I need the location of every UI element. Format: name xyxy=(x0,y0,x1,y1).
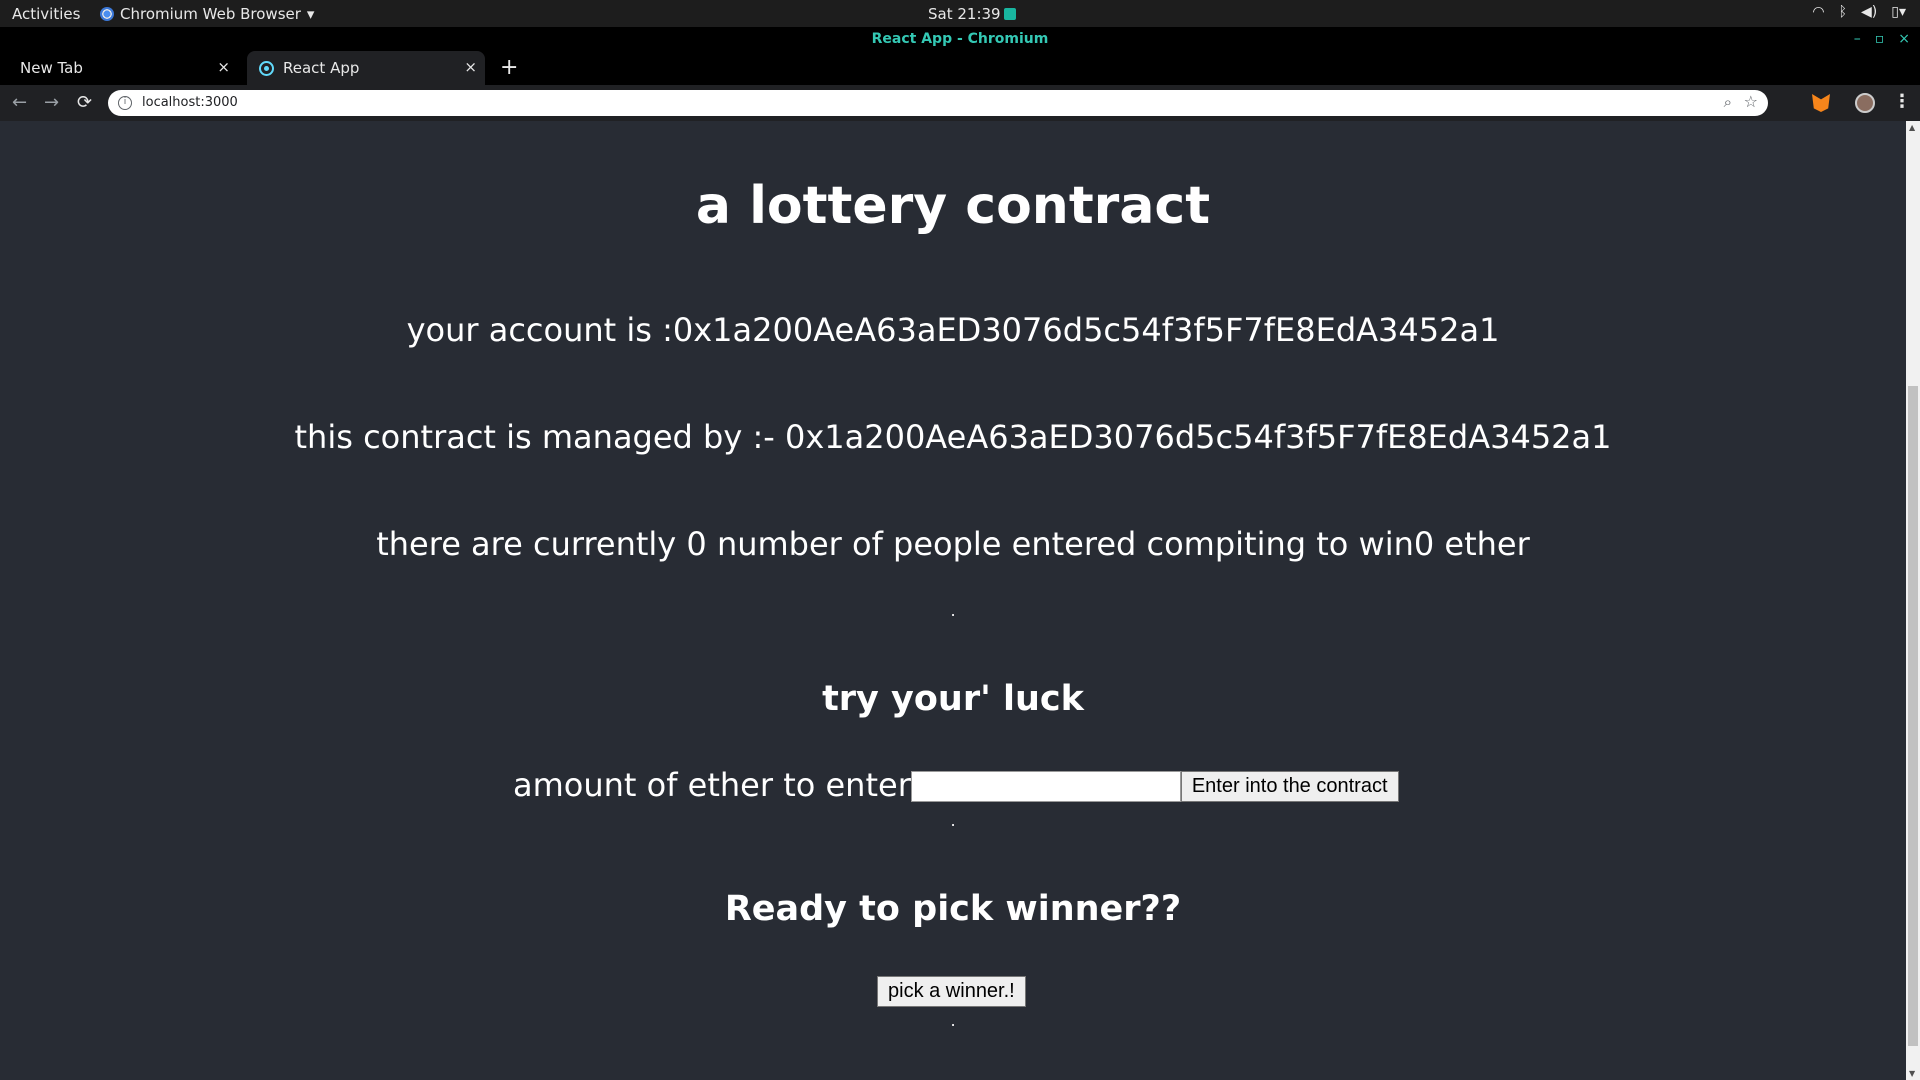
address-bar[interactable]: i localhost:3000 ⌕ ☆ xyxy=(108,90,1768,116)
amount-label: amount of ether to enter xyxy=(513,766,911,804)
clock-label: Sat 21:39 xyxy=(928,5,1001,23)
players-text: there are currently 0 number of people e… xyxy=(376,525,1530,563)
app-menu-label: Chromium Web Browser xyxy=(120,5,301,23)
separator-dot: . xyxy=(950,811,956,830)
clock[interactable]: Sat 21:39 xyxy=(928,5,1016,23)
battery-icon: ▯▾ xyxy=(1891,4,1906,20)
window-controls: – ▫ × xyxy=(1854,27,1910,51)
manager-text: this contract is managed by :- 0x1a200Ae… xyxy=(294,418,1612,456)
enter-contract-button[interactable]: Enter into the contract xyxy=(1180,771,1399,802)
maximize-icon[interactable]: ▫ xyxy=(1875,27,1885,51)
separator-dot: . xyxy=(950,1011,956,1030)
chromium-icon xyxy=(100,7,114,21)
volume-icon: ◀) xyxy=(1861,4,1878,20)
account-text: your account is :0x1a200AeA63aED3076d5c5… xyxy=(406,311,1500,349)
back-icon[interactable]: ← xyxy=(12,92,27,113)
scroll-up-icon[interactable]: ▲ xyxy=(1909,123,1915,132)
scroll-down-icon[interactable]: ▼ xyxy=(1909,1069,1915,1078)
system-tray[interactable]: ◠ ᛒ ◀) ▯▾ xyxy=(1812,4,1906,20)
bluetooth-icon: ᛒ xyxy=(1838,4,1848,20)
react-icon xyxy=(259,61,274,76)
try-luck-heading: try your' luck xyxy=(822,679,1084,719)
app-menu[interactable]: Chromium Web Browser ▾ xyxy=(100,5,314,23)
forward-icon[interactable]: → xyxy=(44,92,59,113)
notification-icon xyxy=(1003,8,1016,20)
zoom-icon[interactable]: ⌕ xyxy=(1724,93,1732,111)
page-scrollbar[interactable]: ▲ ▼ xyxy=(1906,121,1920,1080)
menu-icon[interactable]: ⋮ xyxy=(1893,91,1911,112)
info-icon[interactable]: i xyxy=(118,96,132,110)
window-title-bar: React App - Chromium – ▫ × xyxy=(0,27,1920,51)
minimize-icon[interactable]: – xyxy=(1854,27,1861,51)
pick-winner-button[interactable]: pick a winner.! xyxy=(877,976,1026,1007)
page-title: a lottery contract xyxy=(695,176,1211,236)
chevron-down-icon: ▾ xyxy=(306,5,315,23)
system-top-bar: Activities Chromium Web Browser ▾ Sat 21… xyxy=(0,0,1920,27)
avatar[interactable] xyxy=(1855,93,1875,113)
tab-label: React App xyxy=(283,59,360,77)
close-icon[interactable]: × xyxy=(217,58,230,76)
tab-new-tab[interactable]: New Tab × xyxy=(0,51,238,85)
wifi-icon: ◠ xyxy=(1812,4,1825,20)
url-text[interactable]: localhost:3000 xyxy=(142,95,238,110)
close-window-icon[interactable]: × xyxy=(1898,27,1910,51)
reload-icon[interactable]: ⟳ xyxy=(77,92,92,113)
tab-label: New Tab xyxy=(20,59,83,77)
bookmark-star-icon[interactable]: ☆ xyxy=(1744,92,1758,111)
window-title: React App - Chromium xyxy=(871,31,1049,47)
tab-strip: New Tab × React App × + xyxy=(0,51,1920,85)
tab-react-app[interactable]: React App × xyxy=(247,51,485,85)
new-tab-button[interactable]: + xyxy=(500,55,518,80)
scrollbar-thumb[interactable] xyxy=(1908,386,1918,1046)
activities-button[interactable]: Activities xyxy=(12,5,80,23)
ether-amount-input[interactable] xyxy=(910,771,1181,802)
separator-dot: . xyxy=(950,601,956,620)
enter-form: amount of ether to enter Enter into the … xyxy=(513,766,1399,804)
pick-winner-heading: Ready to pick winner?? xyxy=(724,889,1182,929)
page-content: a lottery contract your account is :0x1a… xyxy=(0,121,1906,1080)
browser-toolbar: ← → ⟳ i localhost:3000 ⌕ ☆ ⋮ xyxy=(0,85,1920,121)
close-icon[interactable]: × xyxy=(464,58,477,76)
metamask-icon[interactable] xyxy=(1812,94,1830,112)
